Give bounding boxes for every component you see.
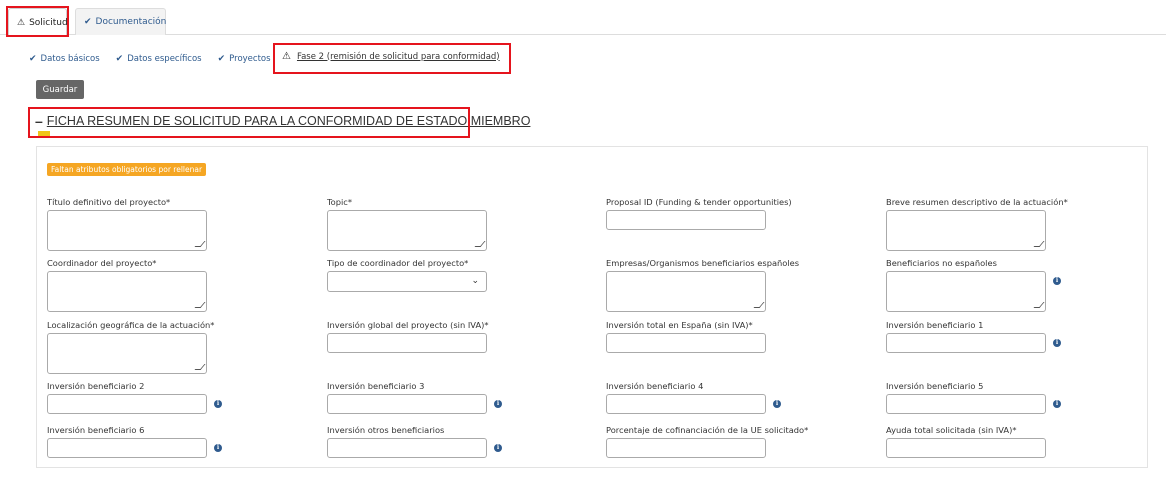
inv-b3-input[interactable]	[327, 394, 487, 414]
inv-b6-input[interactable]	[47, 438, 207, 458]
tab-label: Solicitud	[29, 17, 68, 28]
label-inv-b5: Inversión beneficiario 5	[886, 381, 984, 391]
label-resumen: Breve resumen descriptivo de la actuació…	[886, 197, 1068, 207]
title-marker	[38, 131, 50, 136]
section-title[interactable]: – FICHA RESUMEN DE SOLICITUD PARA LA CON…	[35, 113, 530, 129]
subtab-label: Datos básicos	[40, 54, 100, 64]
label-titulo: Título definitivo del proyecto*	[47, 197, 171, 207]
inv-b5-input[interactable]	[886, 394, 1046, 414]
inv-b2-input[interactable]	[47, 394, 207, 414]
subtab-label: Proyectos	[229, 54, 271, 64]
inversion-espana-input[interactable]	[606, 333, 766, 353]
no-espanoles-textarea[interactable]	[886, 271, 1046, 312]
inv-b4-input[interactable]	[606, 394, 766, 414]
label-no-espanoles: Beneficiarios no españoles	[886, 258, 997, 268]
inv-otros-input[interactable]	[327, 438, 487, 458]
info-icon[interactable]: i	[1053, 277, 1061, 285]
coordinador-textarea[interactable]	[47, 271, 207, 312]
label-inversion-espana: Inversión total en España (sin IVA)*	[606, 320, 753, 330]
inv-b1-input[interactable]	[886, 333, 1046, 353]
section-title-text: FICHA RESUMEN DE SOLICITUD PARA LA CONFO…	[46, 114, 531, 128]
empresas-textarea[interactable]	[606, 271, 766, 312]
tipo-coordinador-select[interactable]: ⌄	[327, 271, 487, 292]
cofinanciacion-input[interactable]	[606, 438, 766, 458]
main-tabs: ⚠ Solicitud ✔ Documentación	[0, 0, 1166, 36]
label-proposal-id: Proposal ID (Funding & tender opportunit…	[606, 197, 792, 207]
label-coordinador: Coordinador del proyecto*	[47, 258, 157, 268]
chevron-down-icon: ⌄	[471, 276, 479, 286]
check-icon: ✔	[217, 54, 226, 64]
subtab-datos-especificos[interactable]: ✔ Datos específicos	[116, 54, 202, 64]
missing-fields-badge: Faltan atributos obligatorios por rellen…	[47, 163, 207, 176]
tab-label: Documentación	[95, 17, 167, 27]
save-button[interactable]: Guardar	[36, 80, 84, 99]
label-empresas: Empresas/Organismos beneficiarios españo…	[606, 258, 800, 268]
label-inv-b6: Inversión beneficiario 6	[47, 425, 145, 435]
info-icon[interactable]: i	[494, 444, 502, 452]
ayuda-total-input[interactable]	[886, 438, 1046, 458]
subtabs: ✔ Datos básicos ✔ Datos específicos ✔ Pr…	[29, 50, 287, 68]
info-icon[interactable]: i	[214, 444, 222, 452]
subtab-label: Datos específicos	[127, 54, 202, 64]
titulo-textarea[interactable]	[47, 210, 207, 251]
info-icon[interactable]: i	[1053, 339, 1061, 347]
label-ayuda-total: Ayuda total solicitada (sin IVA)*	[886, 425, 1017, 435]
topic-textarea[interactable]	[327, 210, 487, 251]
check-icon: ✔	[29, 54, 37, 64]
info-icon[interactable]: i	[214, 400, 222, 408]
label-inversion-global: Inversión global del proyecto (sin IVA)*	[327, 320, 489, 330]
subtab-label: Fase 2 (remisión de solicitud para confo…	[296, 51, 500, 62]
localizacion-textarea[interactable]	[47, 333, 207, 374]
collapse-icon[interactable]: –	[35, 113, 43, 129]
inversion-global-input[interactable]	[327, 333, 487, 353]
label-inv-b4: Inversión beneficiario 4	[606, 381, 704, 391]
check-icon: ✔	[115, 54, 124, 64]
subtab-fase-2[interactable]: ⚠ Fase 2 (remisión de solicitud para con…	[282, 51, 500, 62]
subtab-datos-basicos[interactable]: ✔ Datos básicos	[29, 54, 100, 64]
label-inv-b2: Inversión beneficiario 2	[47, 381, 145, 391]
tab-documentacion[interactable]: ✔ Documentación	[75, 8, 166, 35]
tab-solicitud[interactable]: ⚠ Solicitud	[8, 8, 68, 36]
info-icon[interactable]: i	[1053, 400, 1061, 408]
proposal-id-input[interactable]	[606, 210, 766, 230]
label-inv-b3: Inversión beneficiario 3	[327, 381, 425, 391]
check-icon: ✔	[84, 17, 92, 27]
info-icon[interactable]: i	[773, 400, 781, 408]
label-tipo-coordinador: Tipo de coordinador del proyecto*	[327, 258, 469, 268]
label-topic: Topic*	[327, 197, 353, 207]
warning-icon: ⚠	[17, 17, 26, 28]
label-inv-otros: Inversión otros beneficiarios	[327, 425, 445, 435]
label-inv-b1: Inversión beneficiario 1	[886, 320, 984, 330]
label-cofinanciacion: Porcentaje de cofinanciación de la UE so…	[606, 425, 809, 435]
resumen-textarea[interactable]	[886, 210, 1046, 251]
subtab-proyectos[interactable]: ✔ Proyectos	[218, 54, 271, 64]
info-icon[interactable]: i	[494, 400, 502, 408]
warning-icon: ⚠	[282, 51, 291, 62]
label-localizacion: Localización geográfica de la actuación*	[47, 320, 215, 330]
